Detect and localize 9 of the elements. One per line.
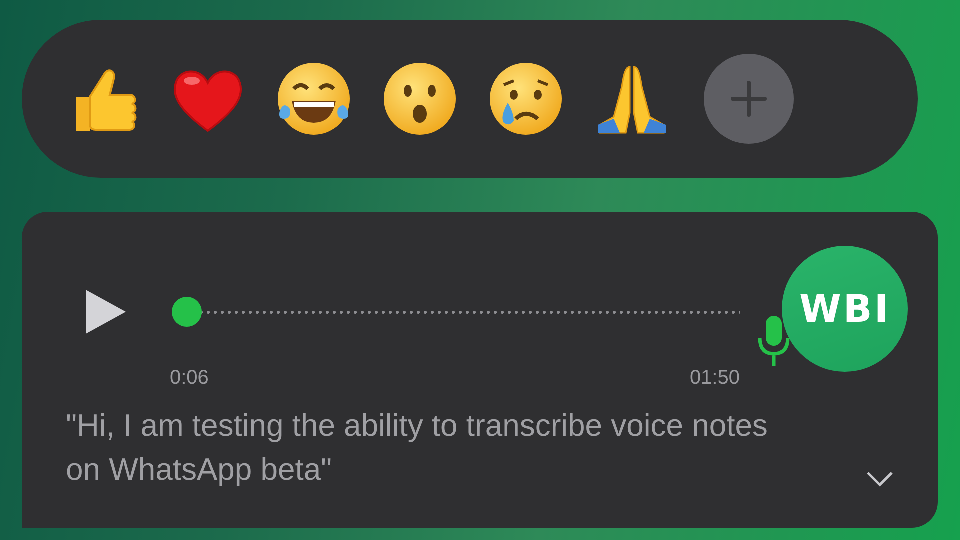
elapsed-time: 0:06 [170,367,209,390]
chevron-down-icon[interactable] [866,470,894,488]
transcript-text: "Hi, I am testing the ability to transcribe voice notes on WhatsApp beta" [66,407,769,489]
audio-progress-track[interactable] [170,297,740,327]
progress-thumb[interactable] [172,297,202,327]
avatar: WBI [782,246,908,372]
duration: 01:50 [690,367,740,390]
microphone-icon [756,314,792,368]
plus-icon [729,79,769,119]
